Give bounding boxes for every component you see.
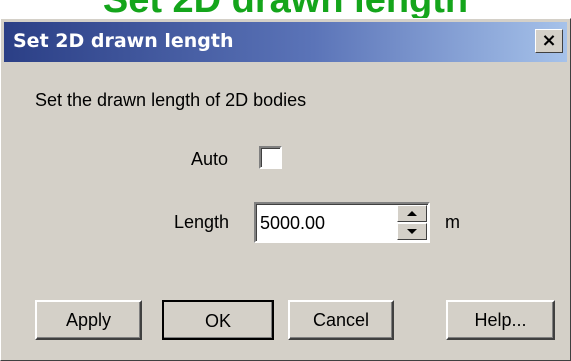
spin-up-button[interactable] bbox=[397, 205, 427, 222]
length-unit: m bbox=[445, 212, 460, 232]
spin-down-arrow-icon bbox=[407, 229, 417, 234]
ok-button[interactable]: OK bbox=[162, 300, 274, 340]
auto-label: Auto bbox=[191, 149, 229, 169]
cancel-button[interactable]: Cancel bbox=[288, 300, 394, 340]
dialog-titlebar[interactable]: Set 2D drawn length × bbox=[4, 22, 567, 62]
length-spinner[interactable] bbox=[397, 205, 427, 240]
close-icon: × bbox=[541, 30, 557, 51]
length-field[interactable]: 5000.00 bbox=[254, 202, 430, 243]
apply-button[interactable]: Apply bbox=[35, 300, 142, 340]
partial-top-heading: Set 2D drawn length bbox=[0, 0, 571, 20]
ok-button-label: OK bbox=[204, 310, 231, 331]
spin-down-button[interactable] bbox=[397, 223, 427, 240]
help-button[interactable]: Help... bbox=[446, 300, 555, 340]
length-value: 5000.00 bbox=[260, 213, 326, 233]
close-button[interactable]: × bbox=[535, 29, 563, 53]
spin-up-arrow-icon bbox=[407, 211, 417, 216]
screenshot-page: Set 2D drawn length Set 2D drawn length … bbox=[0, 0, 571, 361]
dialog-description: Set the drawn length of 2D bodies bbox=[35, 90, 307, 110]
auto-checkbox[interactable] bbox=[259, 146, 282, 169]
set-2d-drawn-length-dialog: Set 2D drawn length × Set the drawn leng… bbox=[0, 18, 571, 361]
dialog-title: Set 2D drawn length bbox=[13, 30, 234, 52]
length-label: Length bbox=[174, 212, 230, 232]
